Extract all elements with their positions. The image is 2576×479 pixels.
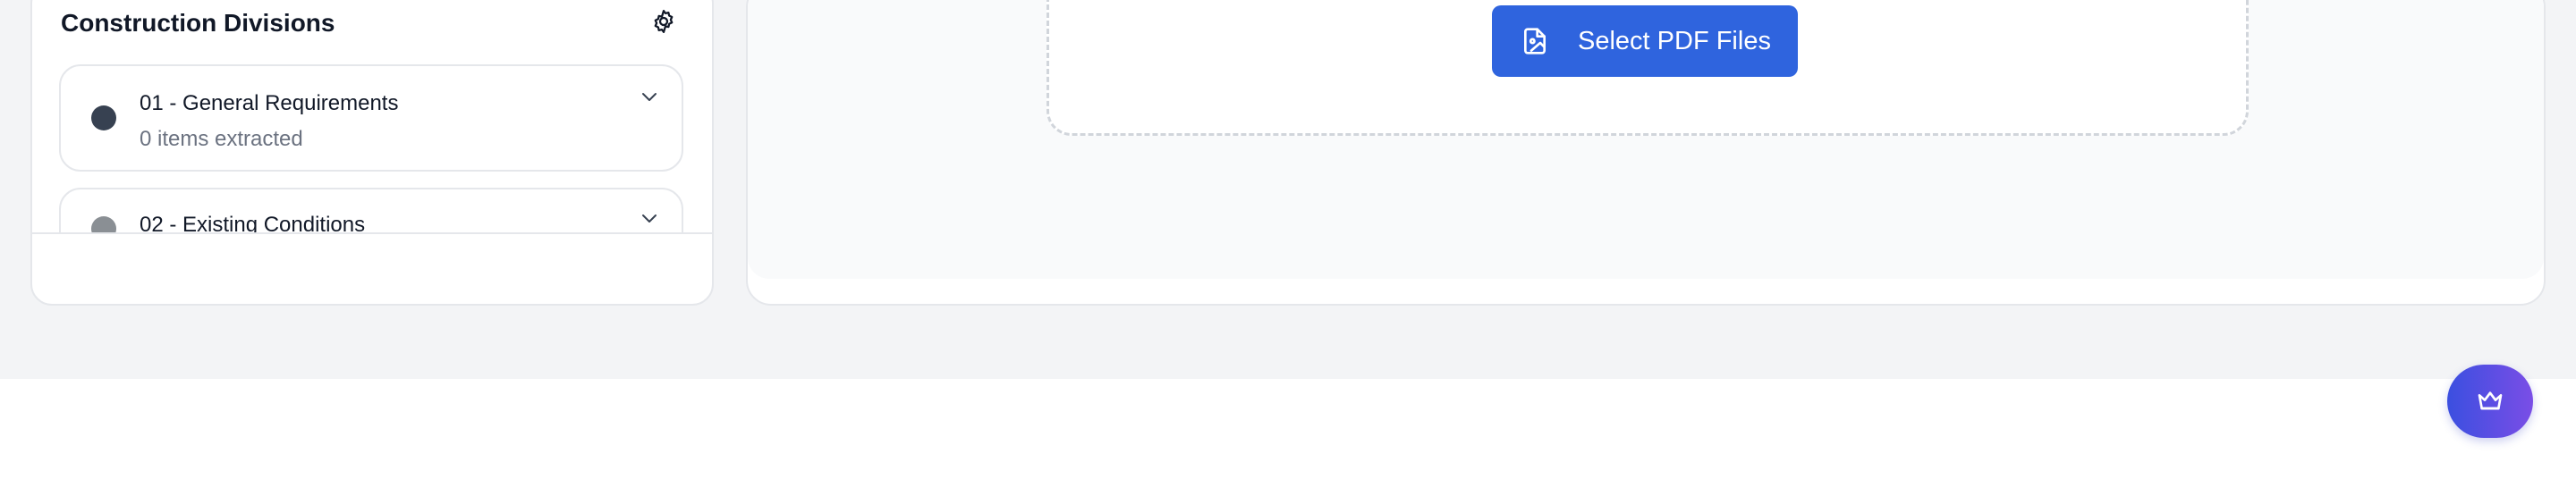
division-item[interactable]: 01 - General Requirements 0 items extrac…: [59, 64, 683, 172]
select-pdf-files-button[interactable]: Select PDF Files: [1492, 5, 1798, 77]
upgrade-fab-button[interactable]: [2447, 365, 2533, 438]
chevron-down-icon[interactable]: [637, 84, 662, 109]
status-dot: [91, 105, 116, 130]
status-dot: [91, 216, 116, 232]
division-count: 0 items extracted: [140, 127, 303, 151]
button-label: Select PDF Files: [1578, 27, 1771, 55]
file-image-icon: [1524, 28, 1546, 55]
division-item[interactable]: 02 - Existing Conditions: [59, 188, 683, 232]
settings-button[interactable]: [646, 4, 682, 39]
panel-title: Construction Divisions: [61, 9, 335, 37]
division-name: 01 - General Requirements: [140, 91, 399, 115]
divider: [32, 232, 712, 234]
crown-icon: [2478, 391, 2503, 410]
division-name: 02 - Existing Conditions: [140, 213, 366, 232]
divisions-list[interactable]: 01 - General Requirements 0 items extrac…: [32, 64, 712, 232]
gear-icon: [654, 10, 674, 33]
chevron-down-icon[interactable]: [637, 206, 662, 231]
divisions-panel: Construction Divisions 01 - General Requ…: [30, 0, 714, 306]
